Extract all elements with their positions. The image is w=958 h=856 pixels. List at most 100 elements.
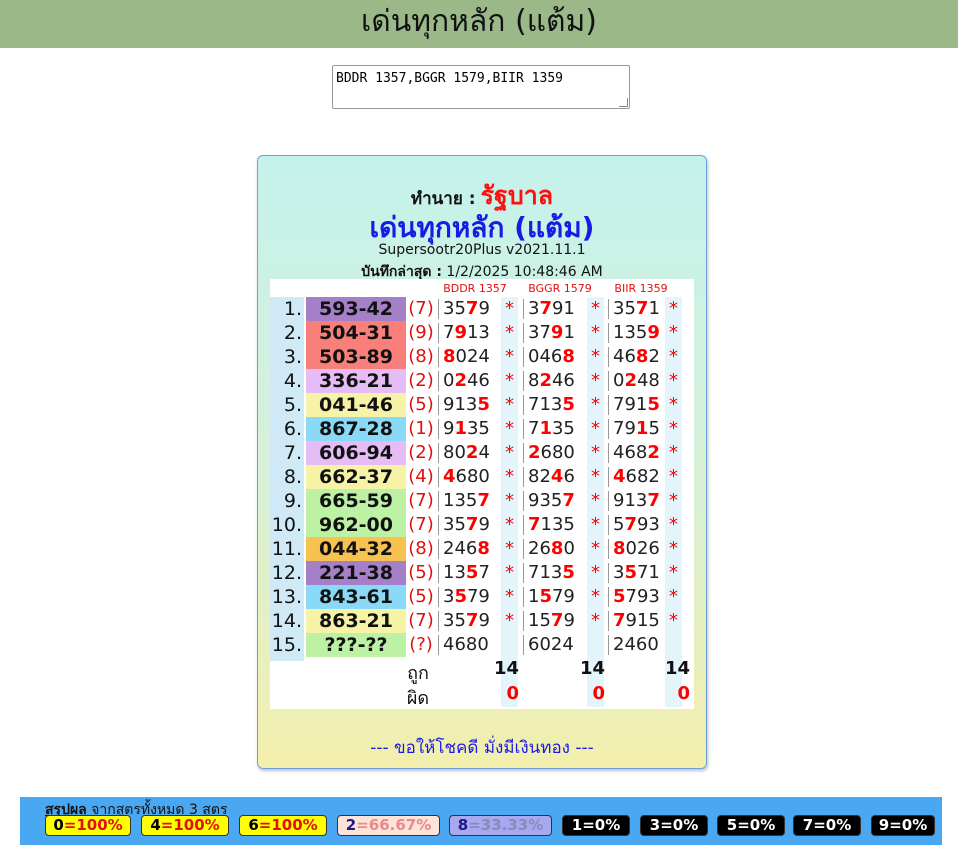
draw-result: 843-61 (306, 585, 406, 609)
digits-hit: 7 (550, 610, 564, 631)
table-row: 11. 044-32 (8) 2468 * 2680 * 8026 * (270, 537, 694, 561)
draw-result: 336-21 (306, 369, 406, 393)
draw-result: 221-38 (306, 561, 406, 585)
digit-sum: (8) (408, 538, 434, 559)
hit-star: * (505, 562, 514, 583)
hit-star: * (669, 562, 678, 583)
formula-digits: 0468 (523, 347, 588, 367)
table-row: 5. 041-46 (5) 9135 * 7135 * 7915 * (270, 393, 694, 417)
digits-post: 6 (563, 466, 575, 487)
digits-hit: 7 (647, 490, 660, 511)
digits-hit: 7 (635, 298, 649, 319)
hit-star: * (591, 586, 600, 607)
draw-result: 867-28 (306, 417, 406, 441)
digits-pre: 713 (528, 562, 563, 583)
hit-star: * (505, 538, 514, 559)
digits-hit: 8 (635, 346, 649, 367)
table-row: 6. 867-28 (1) 9135 * 7135 * 7915 * (270, 417, 694, 441)
digit-sum: (4) (408, 466, 434, 487)
digits-post: 682 (625, 466, 660, 487)
hit-star: * (505, 418, 514, 439)
digit-sum: (5) (408, 394, 434, 415)
digit-percent-badge: 7=0% (793, 815, 861, 836)
hit-star: * (669, 610, 678, 631)
digits-hit: 2 (539, 370, 552, 391)
digits-pre: 3 (528, 298, 540, 319)
digits-post: 79 (466, 586, 490, 607)
formula-digits: 3571 (608, 299, 673, 319)
hit-star: * (669, 490, 678, 511)
formula-digits: 2460 (608, 635, 673, 655)
formula-digits: 7913 (438, 323, 503, 343)
digits-hit: 7 (465, 610, 479, 631)
digits-pre: 791 (613, 394, 648, 415)
digits-pre: 3 (443, 586, 455, 607)
digits-post: 1 (648, 298, 660, 319)
digits-hit: 5 (539, 586, 552, 607)
draw-result: 503-89 (306, 345, 406, 369)
formula-digits: 1579 (523, 611, 588, 631)
digits-pre: 46 (613, 346, 636, 367)
digits-pre: 713 (528, 394, 563, 415)
correct-count-2: 14 (579, 658, 605, 679)
digit-percent-badge: 1=0% (562, 815, 630, 836)
formula-digits: 5793 (608, 587, 673, 607)
hit-star: * (591, 442, 600, 463)
digits-pre: 1 (528, 586, 540, 607)
formula-digits: 2680 (523, 539, 588, 559)
table-row: 14. 863-21 (7) 3579 * 1579 * 7915 * (270, 609, 694, 633)
digits-post: 91 (551, 298, 575, 319)
digits-hit: 5 (624, 562, 637, 583)
digits-post: 71 (636, 562, 660, 583)
draw-result: 962-00 (306, 513, 406, 537)
formula-digits: 9135 (438, 419, 503, 439)
digits-post: 4 (478, 442, 490, 463)
hit-star: * (591, 610, 600, 631)
formula-digits: 0246 (438, 371, 503, 391)
formula-digits: 7135 (523, 395, 588, 415)
digits-hit: 1 (635, 418, 649, 439)
digits-post: 135 (540, 514, 575, 535)
summary-bar: สรุปผล จากสูตรทั้งหมด 3 สูตร 0=100% 4=100… (20, 797, 942, 845)
row-index: 5. (283, 394, 302, 416)
last-saved-label: บันทึกล่าสุด : (361, 264, 442, 280)
digits-pre: 3 (613, 562, 625, 583)
formula-digits: 3791 (523, 323, 588, 343)
digits-post: 48 (636, 370, 660, 391)
digits-post: 9 (478, 610, 490, 631)
digits-post: 46 (551, 370, 575, 391)
digits-hit: 8 (550, 538, 564, 559)
hit-star: * (669, 442, 678, 463)
hit-star: * (591, 514, 600, 535)
digits-pre: 913 (613, 490, 648, 511)
draw-result: 606-94 (306, 441, 406, 465)
formula-digits: 3579 (438, 611, 503, 631)
digits-pre: 35 (443, 610, 466, 631)
row-index: 4. (283, 370, 302, 392)
table-row: 1. 593-42 (7) 3579 * 3791 * 3571 * (270, 297, 694, 321)
resize-grip-icon[interactable] (619, 98, 628, 107)
digit-sum: (5) (408, 586, 434, 607)
formula-input[interactable]: BDDR 1357,BGGR 1579,BIIR 1359 (332, 65, 630, 109)
formula-digits: 8246 (523, 371, 588, 391)
digits-pre: 26 (528, 538, 551, 559)
digits-pre: 82 (528, 466, 551, 487)
formula-digits: 2680 (523, 443, 588, 463)
badge-percent: =0% (813, 816, 852, 834)
formula-digits: 3571 (608, 563, 673, 583)
digits-hit: 8 (443, 346, 456, 367)
digit-percent-badge: 6=100% (239, 815, 327, 836)
hit-star: * (505, 610, 514, 631)
digits-pre: 913 (443, 394, 478, 415)
formula-digits: 7915 (608, 611, 673, 631)
formula-digits: 4682 (608, 467, 673, 487)
digits-pre: 0 (613, 370, 625, 391)
badge-digit: 7 (802, 816, 814, 834)
digits-hit: 5 (562, 394, 575, 415)
hit-star: * (591, 490, 600, 511)
draw-result: 593-42 (306, 297, 406, 321)
last-saved-time: 1/2/2025 10:48:46 AM (446, 264, 603, 280)
digit-sum: (2) (408, 370, 434, 391)
digits-pre: 15 (528, 610, 551, 631)
hit-star: * (669, 322, 678, 343)
